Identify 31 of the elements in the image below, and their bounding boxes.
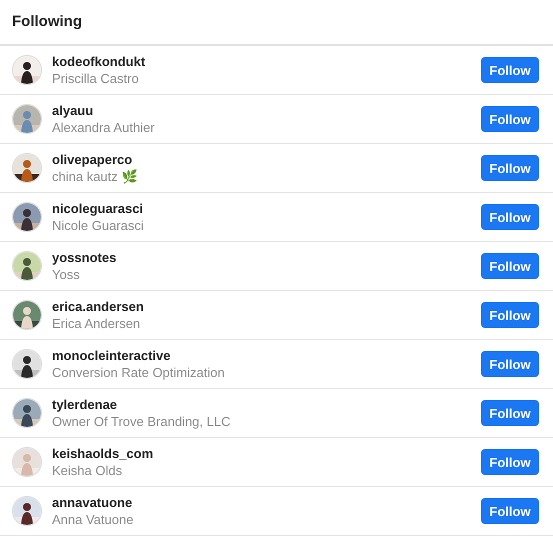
follow-button[interactable]: Follow: [481, 253, 539, 279]
username[interactable]: tylerdenae: [52, 396, 481, 413]
full-name: Priscilla Castro: [52, 70, 140, 87]
username[interactable]: alyauu: [52, 102, 481, 119]
page-title: Following: [11, 12, 83, 31]
follow-button[interactable]: Follow: [481, 400, 539, 426]
username[interactable]: monocleinteractive: [52, 347, 481, 364]
follow-button[interactable]: Follow: [481, 57, 539, 83]
full-name: Yoss: [52, 266, 81, 283]
follow-button[interactable]: Follow: [481, 449, 539, 475]
username[interactable]: nicoleguarasci: [52, 200, 481, 217]
full-name: Erica Andersen: [52, 315, 142, 332]
username[interactable]: erica.andersen: [52, 298, 481, 315]
full-name: Conversion Rate Optimization: [52, 364, 226, 381]
full-name: Keisha Olds: [52, 462, 124, 479]
full-name: china kautz 🌿: [52, 168, 138, 185]
username[interactable]: olivepaperco: [52, 151, 481, 168]
full-name: Nicole Guarasci: [52, 217, 145, 234]
username[interactable]: yossnotes: [52, 249, 481, 266]
follow-button[interactable]: Follow: [481, 351, 539, 377]
follow-button[interactable]: Follow: [481, 155, 539, 181]
follow-button[interactable]: Follow: [481, 204, 539, 230]
full-name: Anna Vatuone: [52, 511, 134, 528]
username[interactable]: kodeofkondukt: [52, 53, 481, 70]
full-name: Alexandra Authier: [52, 119, 156, 136]
follow-button[interactable]: Follow: [481, 302, 539, 328]
username[interactable]: keishaolds_com: [52, 445, 481, 462]
username[interactable]: annavatuone: [52, 494, 481, 511]
full-name: Owner Of Trove Branding, LLC: [52, 413, 232, 430]
follow-button[interactable]: Follow: [481, 106, 539, 132]
follow-button[interactable]: Follow: [481, 498, 539, 524]
